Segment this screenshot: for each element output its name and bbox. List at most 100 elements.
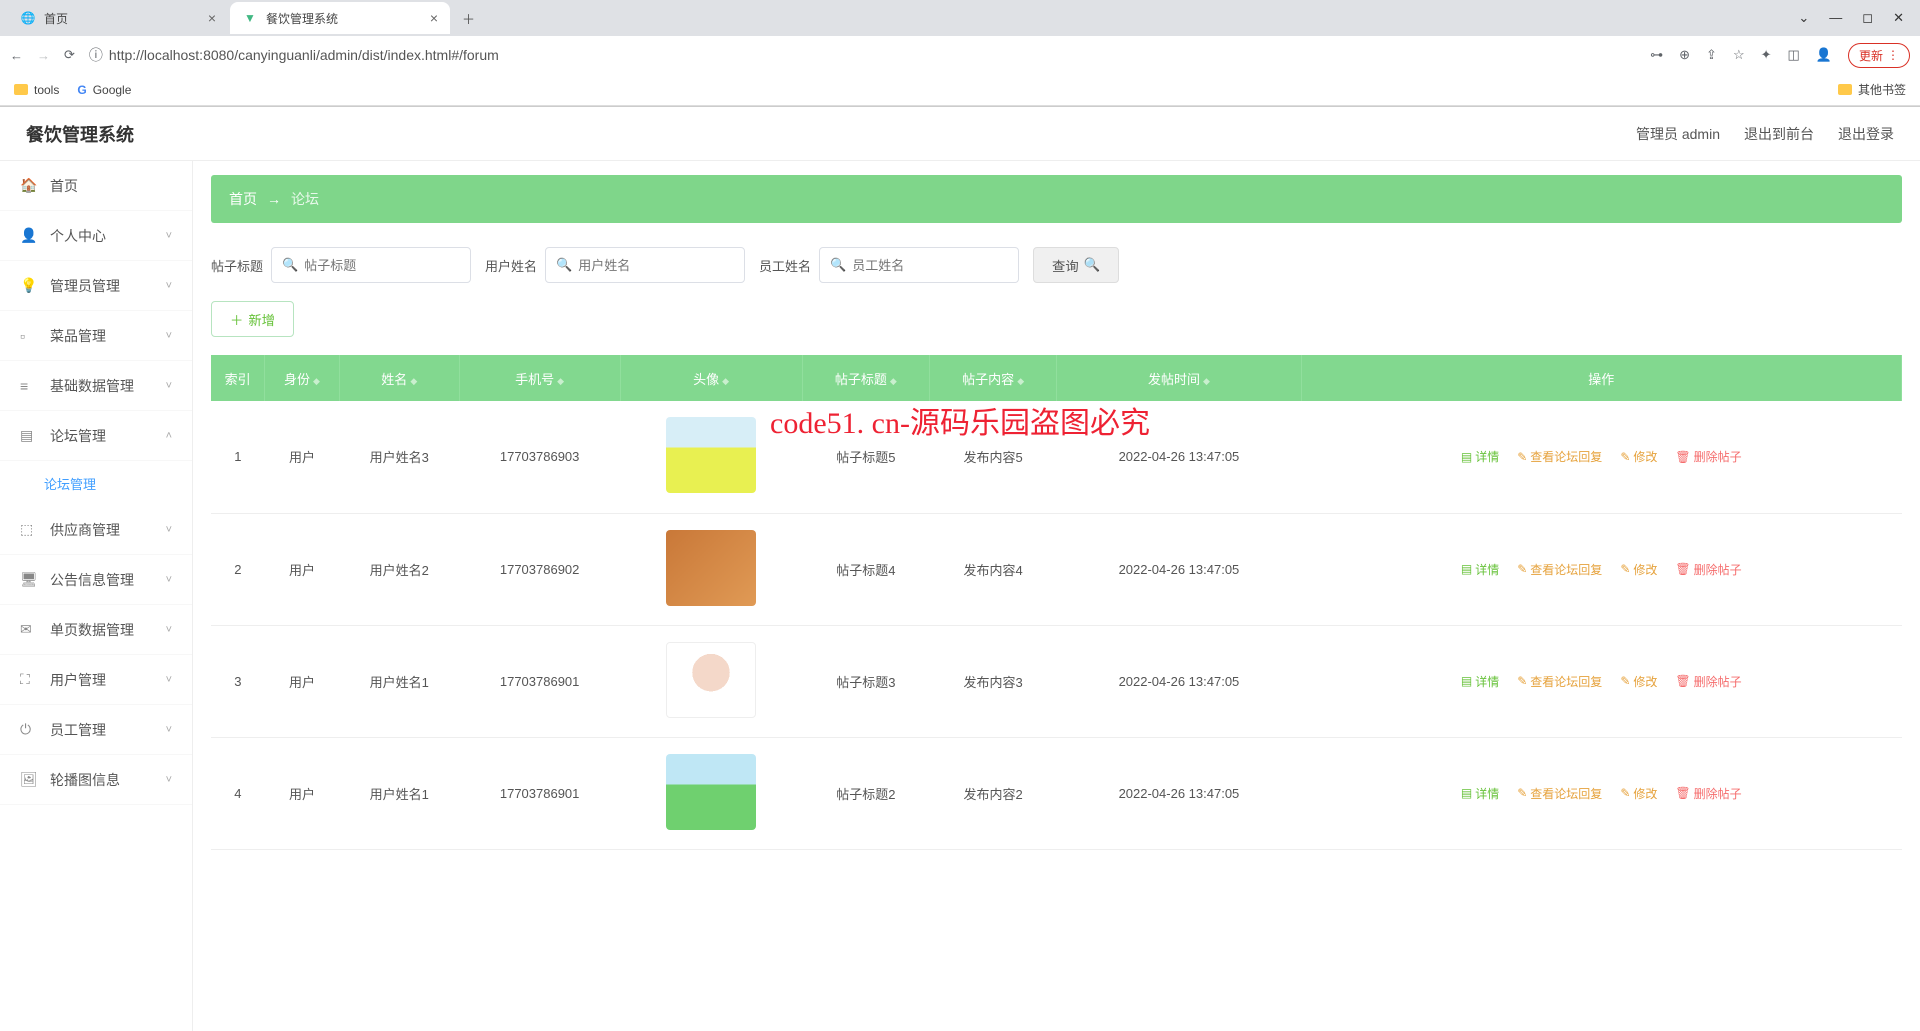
sidebar-item-label: 论坛管理 — [50, 426, 106, 446]
back-icon[interactable]: ← — [10, 48, 23, 63]
browser-tab-app[interactable]: ▼ 餐饮管理系统 × — [230, 2, 450, 34]
sidebar-item-10[interactable]: ⏻员工管理˅ — [0, 705, 192, 755]
sidebar-item-label: 轮播图信息 — [50, 770, 120, 790]
chevron-down-icon: ˅ — [166, 230, 172, 242]
detail-button[interactable]: ▤详情 — [1461, 785, 1499, 802]
delete-button[interactable]: 🗑删除帖子 — [1675, 785, 1741, 802]
detail-button[interactable]: ▤详情 — [1461, 561, 1499, 578]
edit-button[interactable]: ✎修改 — [1620, 785, 1657, 802]
close-icon[interactable]: × — [430, 10, 438, 26]
user-name-input[interactable]: 🔍 — [545, 247, 745, 283]
th-time[interactable]: 发帖时间◆ — [1057, 355, 1301, 401]
sidebar-item-2[interactable]: 💡管理员管理˅ — [0, 261, 192, 311]
sidebar-item-1[interactable]: 👤个人中心˅ — [0, 211, 192, 261]
delete-button[interactable]: 🗑删除帖子 — [1675, 448, 1741, 465]
view-reply-button[interactable]: ✎查看论坛回复 — [1517, 673, 1602, 690]
query-button[interactable]: 查询🔍 — [1033, 247, 1119, 283]
bookmark-other[interactable]: 其他书签 — [1838, 81, 1906, 98]
edit-button[interactable]: ✎修改 — [1620, 448, 1657, 465]
table-header-row: 索引 身份◆ 姓名◆ 手机号◆ 头像◆ 帖子标题◆ 帖子内容◆ 发帖时间◆ 操作 — [211, 355, 1902, 401]
image-icon: 🖼 — [20, 771, 36, 788]
cell-avatar — [620, 401, 802, 513]
th-title[interactable]: 帖子标题◆ — [802, 355, 929, 401]
sidebar-item-7[interactable]: 🖥公告信息管理˅ — [0, 555, 192, 605]
bookmark-tools[interactable]: tools — [14, 83, 59, 97]
reload-icon[interactable]: ⟳ — [64, 47, 75, 63]
sidebar-item-3[interactable]: ▫菜品管理˅ — [0, 311, 192, 361]
logout-link[interactable]: 退出登录 — [1838, 124, 1894, 144]
sort-icon: ◆ — [410, 376, 417, 386]
cell-avatar — [620, 737, 802, 849]
cell-index: 2 — [211, 513, 265, 625]
dropdown-icon[interactable]: ⌄ — [1798, 10, 1809, 26]
add-button[interactable]: ＋新增 — [211, 301, 294, 337]
sidebar-item-6[interactable]: ⬚供应商管理˅ — [0, 505, 192, 555]
share-icon[interactable]: ⇪ — [1706, 47, 1717, 63]
th-avatar[interactable]: 头像◆ — [620, 355, 802, 401]
th-phone[interactable]: 手机号◆ — [459, 355, 620, 401]
user-name-label: 用户姓名 — [485, 256, 537, 275]
star-icon[interactable]: ☆ — [1733, 47, 1745, 63]
forward-icon[interactable]: → — [37, 48, 50, 63]
th-index[interactable]: 索引 — [211, 355, 265, 401]
sidebar-item-4[interactable]: ≡基础数据管理˅ — [0, 361, 192, 411]
sidebar-item-8[interactable]: ✉单页数据管理˅ — [0, 605, 192, 655]
minimize-icon[interactable]: — — [1829, 10, 1842, 26]
table-row: 1 用户 用户姓名3 17703786903 帖子标题5 发布内容5 2022-… — [211, 401, 1902, 513]
tab-title: 餐饮管理系统 — [266, 10, 338, 27]
table-row: 3 用户 用户姓名1 17703786901 帖子标题3 发布内容3 2022-… — [211, 625, 1902, 737]
sort-icon: ◆ — [557, 376, 564, 386]
maximize-icon[interactable]: ◻ — [1862, 10, 1873, 26]
th-content[interactable]: 帖子内容◆ — [929, 355, 1056, 401]
th-name[interactable]: 姓名◆ — [339, 355, 459, 401]
th-role[interactable]: 身份◆ — [265, 355, 340, 401]
edit-button[interactable]: ✎修改 — [1620, 673, 1657, 690]
th-ops: 操作 — [1301, 355, 1901, 401]
update-button[interactable]: 更新⋮ — [1848, 43, 1910, 68]
view-reply-button[interactable]: ✎查看论坛回复 — [1517, 561, 1602, 578]
sidepanel-icon[interactable]: ◫ — [1788, 47, 1800, 63]
bookmark-google[interactable]: GGoogle — [77, 83, 131, 97]
to-front-link[interactable]: 退出到前台 — [1744, 124, 1814, 144]
user-label[interactable]: 管理员 admin — [1636, 124, 1720, 144]
sidebar-item-5[interactable]: ▤论坛管理˄ — [0, 411, 192, 461]
breadcrumb-home[interactable]: 首页 — [229, 189, 257, 209]
view-reply-button[interactable]: ✎查看论坛回复 — [1517, 785, 1602, 802]
sidebar-item-11[interactable]: 🖼轮播图信息˅ — [0, 755, 192, 805]
browser-tab-home[interactable]: 🌐 首页 × — [8, 2, 228, 34]
url-input[interactable]: ⓘ http://localhost:8080/canyinguanli/adm… — [89, 45, 1636, 65]
edit-icon: ✎ — [1517, 450, 1527, 464]
edit-button[interactable]: ✎修改 — [1620, 561, 1657, 578]
sidebar-item-9[interactable]: ⛶用户管理˅ — [0, 655, 192, 705]
staff-name-input[interactable]: 🔍 — [819, 247, 1019, 283]
delete-button[interactable]: 🗑删除帖子 — [1675, 673, 1741, 690]
bookmarks-bar: tools GGoogle 其他书签 — [0, 74, 1920, 106]
chevron-down-icon: ˅ — [166, 724, 172, 736]
sidebar-subitem[interactable]: 论坛管理 — [0, 461, 192, 505]
view-reply-button[interactable]: ✎查看论坛回复 — [1517, 448, 1602, 465]
cell-index: 4 — [211, 737, 265, 849]
new-tab-button[interactable]: ＋ — [452, 9, 485, 28]
cell-ops: ▤详情 ✎查看论坛回复 ✎修改 🗑删除帖子 — [1301, 625, 1901, 737]
app-title: 餐饮管理系统 — [26, 121, 134, 147]
sort-icon: ◆ — [722, 376, 729, 386]
close-icon[interactable]: × — [208, 10, 216, 26]
sidebar-item-0[interactable]: 🏠首页 — [0, 161, 192, 211]
zoom-icon[interactable]: ⊕ — [1679, 47, 1690, 63]
doc-icon: ▤ — [1461, 450, 1472, 464]
cell-time: 2022-04-26 13:47:05 — [1057, 625, 1301, 737]
power-icon: ⏻ — [20, 721, 36, 738]
detail-button[interactable]: ▤详情 — [1461, 673, 1499, 690]
key-icon[interactable]: ⊶ — [1650, 47, 1663, 63]
post-title-label: 帖子标题 — [211, 256, 263, 275]
detail-button[interactable]: ▤详情 — [1461, 448, 1499, 465]
plus-icon: ＋ — [230, 310, 243, 329]
profile-icon[interactable]: 👤 — [1816, 47, 1832, 63]
post-title-input[interactable]: 🔍 — [271, 247, 471, 283]
extensions-icon[interactable]: ✦ — [1761, 47, 1772, 63]
chevron-up-icon: ˄ — [166, 430, 172, 442]
delete-button[interactable]: 🗑删除帖子 — [1675, 561, 1741, 578]
edit-icon: ✎ — [1620, 562, 1630, 576]
close-window-icon[interactable]: ✕ — [1893, 10, 1904, 26]
breadcrumb-sep: → — [267, 191, 281, 207]
